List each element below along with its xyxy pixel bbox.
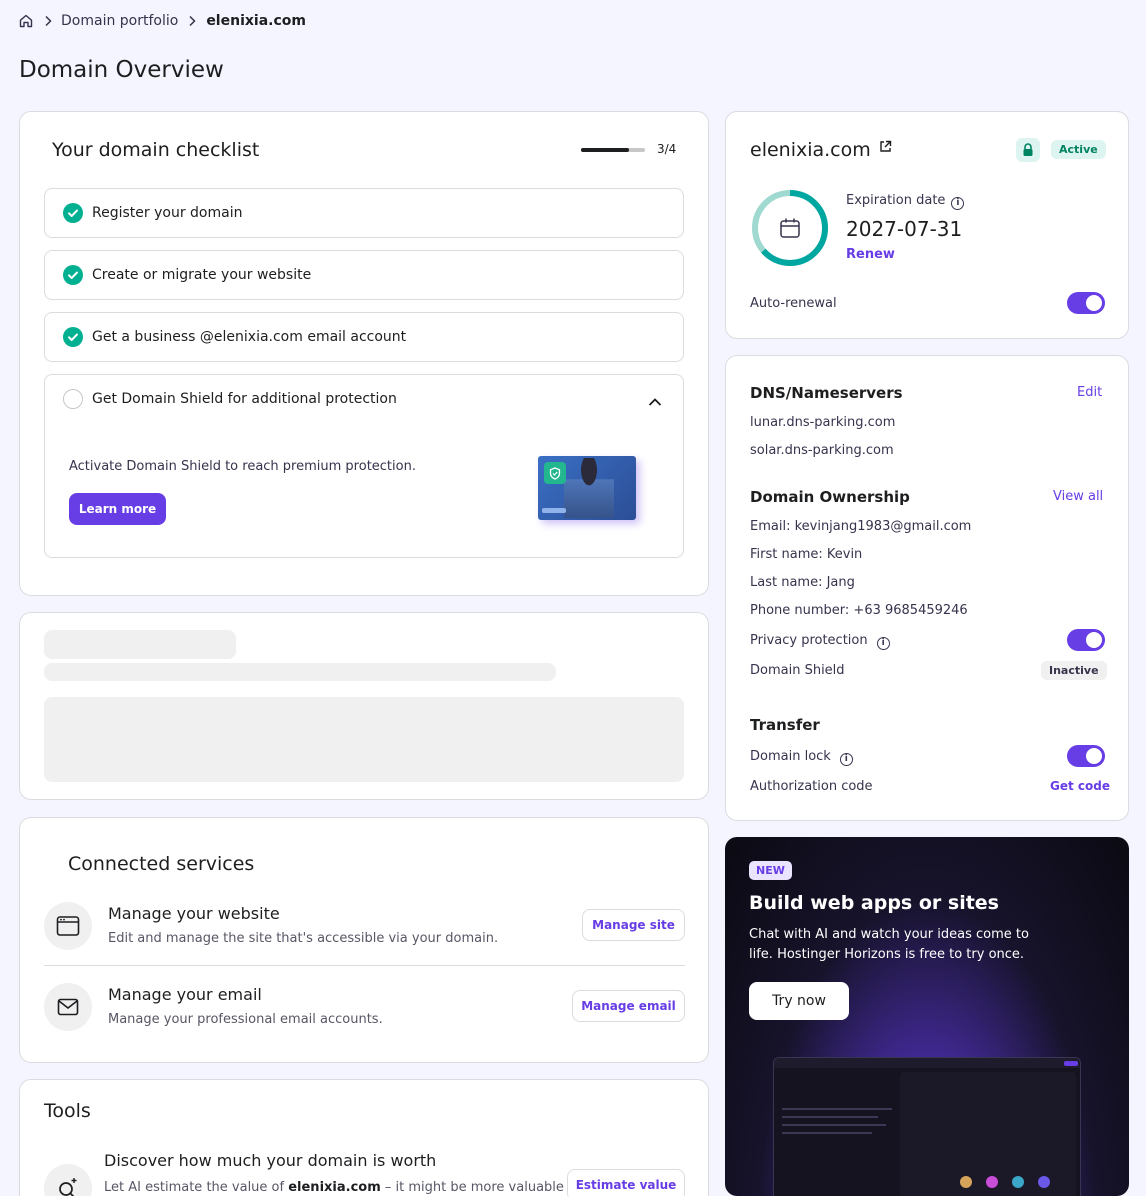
check-circle-icon — [63, 203, 83, 223]
manage-site-button[interactable]: Manage site — [582, 909, 685, 941]
checklist-progress-bar — [581, 148, 645, 152]
dns-title: DNS/Nameservers — [750, 384, 903, 402]
skeleton-line — [44, 663, 556, 681]
promo-text-line-1: Chat with AI and watch your ideas come t… — [749, 927, 1029, 942]
domain-checklist-card: Your domain checklist 3/4 Register your … — [19, 111, 709, 596]
checklist-item-label: Get Domain Shield for additional protect… — [92, 391, 397, 407]
mail-icon — [44, 983, 92, 1031]
owner-first-name: First name: Kevin — [750, 547, 863, 562]
checklist-progress-text: 3/4 — [657, 142, 677, 156]
loading-placeholder-card — [19, 612, 709, 800]
breadcrumb-portfolio-link[interactable]: Domain portfolio — [61, 13, 178, 29]
promo-text-line-2: life. Hostinger Horizons is free to try … — [749, 947, 1025, 962]
checklist-item-label: Create or migrate your website — [92, 267, 312, 283]
manage-email-description: Manage your professional email accounts. — [108, 1012, 383, 1027]
learn-more-button[interactable]: Learn more — [69, 493, 166, 525]
privacy-protection-toggle[interactable] — [1067, 629, 1105, 651]
manage-email-title: Manage your email — [108, 985, 262, 1004]
checklist-title: Your domain checklist — [52, 139, 260, 161]
check-circle-icon — [63, 265, 83, 285]
new-badge: NEW — [749, 861, 792, 880]
app-preview-illustration — [773, 1057, 1081, 1196]
external-link-icon[interactable] — [879, 138, 892, 157]
try-now-button[interactable]: Try now — [749, 982, 849, 1020]
domain-lock-text: Domain lock — [750, 749, 831, 764]
expiration-date: 2027-07-31 — [846, 217, 963, 241]
nameserver-1: lunar.dns-parking.com — [750, 415, 896, 430]
connected-services-card: Connected services Manage your website E… — [19, 817, 709, 1063]
domain-shield-label: Domain Shield — [750, 663, 845, 678]
manage-website-title: Manage your website — [108, 904, 280, 923]
manage-website-description: Edit and manage the site that's accessib… — [108, 931, 499, 946]
domain-shield-illustration — [538, 456, 636, 520]
breadcrumb: Domain portfolio elenixia.com — [18, 12, 306, 30]
horizons-promo-card: NEW Build web apps or sites Chat with AI… — [725, 837, 1129, 1196]
check-circle-icon — [63, 327, 83, 347]
owner-last-name: Last name: Jang — [750, 575, 855, 590]
renew-link[interactable]: Renew — [846, 247, 895, 262]
domain-status-card: elenixia.com Active Expiration date i 202… — [725, 111, 1129, 339]
domain-shield-status-badge: Inactive — [1041, 661, 1107, 680]
manage-email-button[interactable]: Manage email — [572, 990, 685, 1022]
chevron-right-icon — [44, 15, 52, 27]
connected-services-title: Connected services — [68, 853, 255, 875]
skeleton-title — [44, 630, 236, 659]
checklist-item-label: Register your domain — [92, 205, 243, 221]
expiration-ring — [750, 188, 830, 268]
domain-shield-description: Activate Domain Shield to reach premium … — [69, 459, 416, 474]
domain-worth-text-end: – it might be more valuable — [380, 1180, 564, 1195]
empty-circle-icon — [63, 389, 83, 409]
transfer-title: Transfer — [750, 716, 820, 734]
expiration-label-text: Expiration date — [846, 193, 946, 208]
lock-icon — [1016, 138, 1040, 162]
get-code-link[interactable]: Get code — [1050, 779, 1110, 793]
divider — [44, 965, 685, 966]
checklist-item-email[interactable]: Get a business @elenixia.com email accou… — [44, 312, 684, 362]
expiration-label: Expiration date i — [846, 193, 965, 210]
promo-title: Build web apps or sites — [749, 892, 999, 914]
view-all-link[interactable]: View all — [1053, 489, 1103, 504]
checklist-item-website[interactable]: Create or migrate your website — [44, 250, 684, 300]
authorization-code-label: Authorization code — [750, 779, 873, 794]
checklist-progress-fill — [581, 148, 629, 152]
domain-worth-domain: elenixia.com — [288, 1180, 381, 1195]
chevron-right-icon — [188, 15, 196, 27]
domain-details-card: DNS/Nameservers Edit lunar.dns-parking.c… — [725, 355, 1129, 821]
checklist-item-register[interactable]: Register your domain — [44, 188, 684, 238]
breadcrumb-current: elenixia.com — [206, 13, 306, 29]
page-title: Domain Overview — [19, 57, 224, 83]
domain-worth-description: Let AI estimate the value of elenixia.co… — [104, 1180, 564, 1195]
auto-renewal-toggle[interactable] — [1067, 292, 1105, 314]
owner-email: Email: kevinjang1983@gmail.com — [750, 519, 972, 534]
calendar-icon — [779, 217, 801, 243]
checklist-item-label: Get a business @elenixia.com email accou… — [92, 329, 407, 345]
shield-icon — [544, 462, 566, 484]
domain-name: elenixia.com — [750, 139, 871, 161]
nameserver-2: solar.dns-parking.com — [750, 443, 894, 458]
info-icon[interactable]: i — [876, 637, 890, 650]
skeleton-block — [44, 697, 684, 782]
domain-worth-text: Let AI estimate the value of — [104, 1180, 289, 1195]
search-sparkle-icon — [44, 1164, 92, 1196]
domain-worth-title: Discover how much your domain is worth — [104, 1151, 437, 1170]
owner-phone: Phone number: +63 9685459246 — [750, 603, 968, 618]
privacy-protection-text: Privacy protection — [750, 633, 868, 648]
browser-icon — [44, 902, 92, 950]
dns-edit-link[interactable]: Edit — [1077, 385, 1102, 400]
domain-lock-toggle[interactable] — [1067, 745, 1105, 767]
estimate-value-button[interactable]: Estimate value — [567, 1169, 685, 1196]
info-icon[interactable]: i — [839, 753, 853, 766]
ownership-title: Domain Ownership — [750, 488, 910, 506]
checklist-item-domain-shield[interactable]: Get Domain Shield for additional protect… — [44, 374, 684, 558]
info-icon[interactable]: i — [951, 197, 965, 210]
privacy-protection-label: Privacy protection i — [750, 633, 890, 650]
tools-card: Tools Discover how much your domain is w… — [19, 1079, 709, 1196]
tools-title: Tools — [44, 1100, 91, 1122]
status-badge: Active — [1051, 140, 1106, 159]
domain-lock-label: Domain lock i — [750, 749, 853, 766]
home-icon[interactable] — [18, 13, 34, 29]
auto-renewal-label: Auto-renewal — [750, 296, 837, 311]
chevron-up-icon[interactable] — [648, 392, 662, 411]
